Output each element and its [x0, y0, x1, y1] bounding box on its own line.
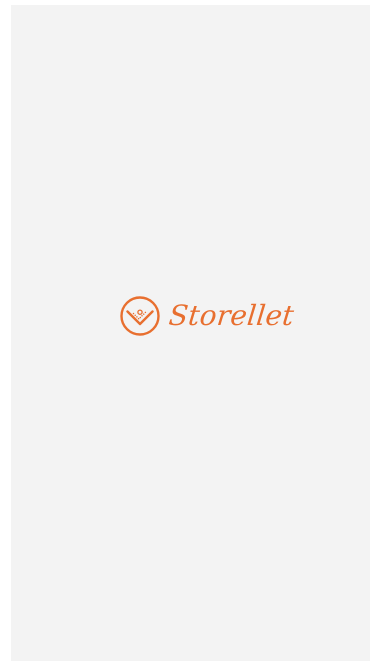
splash-screen: Storellet — [11, 5, 370, 661]
storellet-logo-icon — [119, 295, 161, 337]
brand-logo: Storellet — [119, 295, 296, 337]
brand-name: Storellet — [167, 299, 296, 332]
